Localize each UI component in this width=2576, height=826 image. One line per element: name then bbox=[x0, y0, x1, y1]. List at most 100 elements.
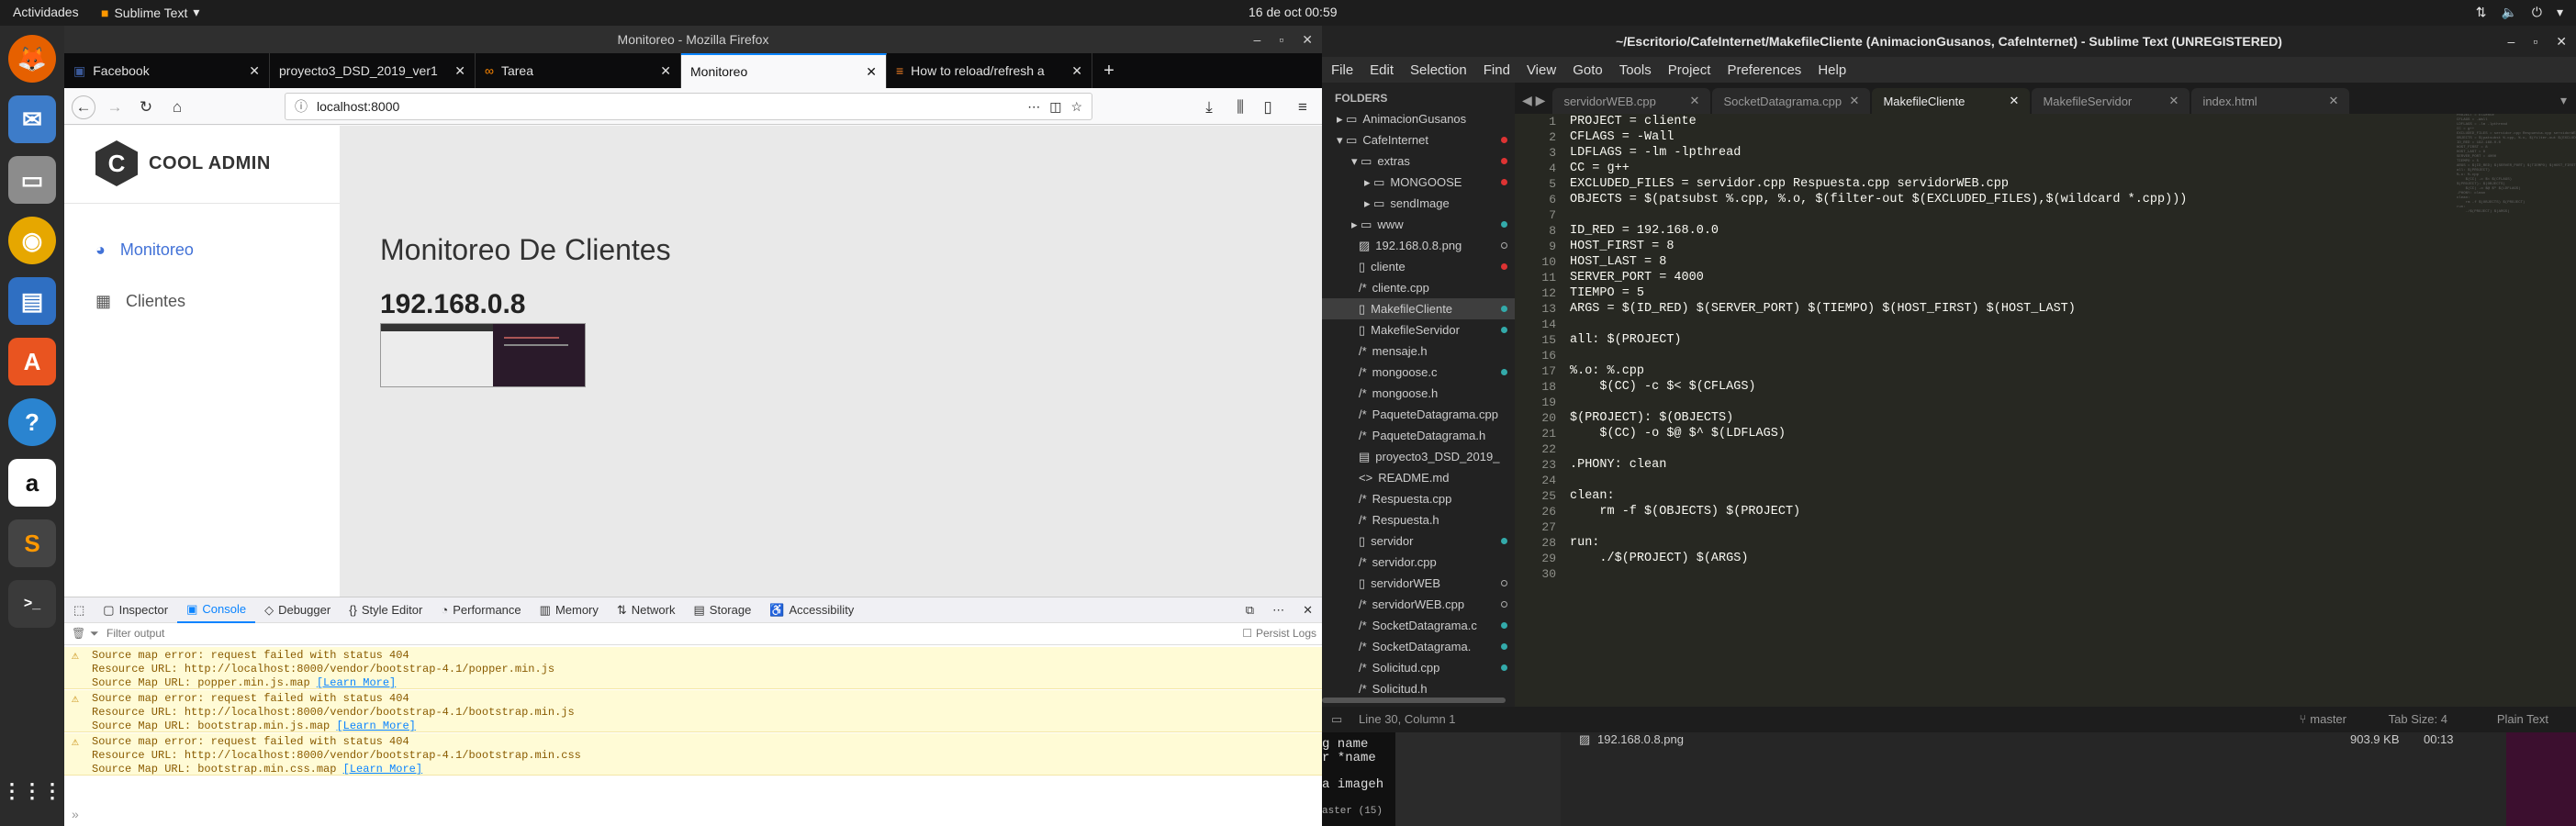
tree-file[interactable]: /* servidorWEB.cpp bbox=[1322, 594, 1515, 615]
sidebar-scrollbar[interactable] bbox=[1322, 698, 1506, 703]
code-editor[interactable]: PROJECT = cliente CFLAGS = -Wall LDFLAGS =… bbox=[1570, 114, 2442, 707]
file-name[interactable]: 192.168.0.8.png bbox=[1597, 732, 1684, 746]
editor-tab[interactable]: MakefileServidor ✕ bbox=[2032, 88, 2190, 114]
rhythmbox-icon[interactable]: ◉ bbox=[8, 217, 56, 264]
pick-element-icon[interactable]: ⬚ bbox=[64, 597, 94, 623]
close-icon[interactable]: ✕ bbox=[1071, 63, 1082, 79]
tree-file[interactable]: /* Respuesta.cpp bbox=[1322, 488, 1515, 509]
filter-input[interactable] bbox=[106, 625, 566, 642]
tree-folder[interactable]: ▸ ▭ AnimacionGusanos bbox=[1322, 108, 1515, 129]
menu-goto[interactable]: Goto bbox=[1573, 62, 1603, 78]
tree-file[interactable]: /* Solicitud.cpp bbox=[1322, 657, 1515, 678]
tree-file[interactable]: ▤ proyecto3_DSD_2019_ bbox=[1322, 446, 1515, 467]
close-icon[interactable]: ✕ bbox=[2556, 26, 2567, 57]
tab-proyecto[interactable]: proyecto3_DSD_2019_ver1 ✕ bbox=[270, 53, 476, 88]
tab-monitoreo[interactable]: Monitoreo ✕ bbox=[681, 53, 887, 88]
files-icon[interactable]: ▭ bbox=[8, 156, 56, 204]
trash-icon[interactable]: 🗑 bbox=[72, 627, 85, 640]
tree-folder[interactable]: ▾ ▭ extras bbox=[1322, 151, 1515, 172]
forward-icon[interactable]: → bbox=[103, 95, 127, 119]
tree-file[interactable]: /* mensaje.h bbox=[1322, 340, 1515, 362]
menu-help[interactable]: Help bbox=[1818, 62, 1846, 78]
firefox-icon[interactable]: 🦊 bbox=[8, 35, 56, 83]
system-tray[interactable]: ⇅ 🔈 ⏻ ▾ bbox=[2476, 5, 2563, 20]
close-icon[interactable]: ✕ bbox=[1294, 597, 1322, 623]
tab-tarea[interactable]: ∞ Tarea ✕ bbox=[476, 53, 681, 88]
activities-button[interactable]: Actividades bbox=[13, 5, 79, 19]
url-bar[interactable]: ⓘ localhost:8000 ⋯ ◫ ☆ bbox=[285, 93, 1092, 120]
editor-tab[interactable]: servidorWEB.cpp ✕ bbox=[1552, 88, 1711, 114]
sidebar-item-clientes[interactable]: ▦ Clientes bbox=[95, 292, 185, 311]
menu-file[interactable]: File bbox=[1331, 62, 1353, 78]
thunderbird-icon[interactable]: ✉ bbox=[8, 95, 56, 143]
sidebar-item-monitoreo[interactable]: ◕ Monitoreo bbox=[95, 240, 194, 260]
more-icon[interactable]: ⋯ bbox=[1263, 597, 1294, 623]
sublime-text-icon[interactable]: S bbox=[8, 519, 56, 567]
tree-file[interactable]: /* Solicitud.h bbox=[1322, 678, 1515, 699]
software-center-icon[interactable]: A bbox=[8, 338, 56, 385]
terminal-icon[interactable]: >_ bbox=[8, 580, 56, 628]
downloads-icon[interactable]: ⤓ bbox=[1197, 95, 1221, 119]
tab-size[interactable]: Tab Size: 4 bbox=[2389, 712, 2447, 726]
close-icon[interactable]: ✕ bbox=[2010, 94, 2020, 108]
app-menu[interactable]: ■ Sublime Text ▾ bbox=[101, 5, 199, 20]
panel-icon[interactable]: ▭ bbox=[1331, 712, 1342, 727]
tab-list-icon[interactable]: ▾ bbox=[2560, 93, 2576, 114]
tab-accessibility[interactable]: ♿ Accessibility bbox=[760, 597, 863, 623]
bookmark-star-icon[interactable]: ☆ bbox=[1070, 99, 1082, 115]
git-branch[interactable]: ⑂ master bbox=[2299, 712, 2346, 726]
tab-memory[interactable]: ▥ Memory bbox=[531, 597, 608, 623]
tree-file[interactable]: ▯ servidor bbox=[1322, 530, 1515, 552]
back-icon[interactable]: ← bbox=[72, 95, 95, 119]
close-icon[interactable]: ✕ bbox=[866, 64, 877, 80]
minimize-icon[interactable]: – bbox=[1254, 26, 1261, 53]
tree-file[interactable]: /* PaqueteDatagrama.h bbox=[1322, 425, 1515, 446]
dock-icon[interactable]: ⧉ bbox=[1237, 597, 1263, 623]
tab-nav-arrows-icon[interactable]: ◀ ▶ bbox=[1515, 93, 1552, 114]
close-icon[interactable]: ✕ bbox=[2169, 94, 2179, 108]
pocket-icon[interactable]: ◫ bbox=[1049, 99, 1061, 115]
tree-file[interactable]: /* cliente.cpp bbox=[1322, 277, 1515, 298]
tree-file[interactable]: /* SocketDatagrama.c bbox=[1322, 615, 1515, 636]
tab-facebook[interactable]: ▣ Facebook ✕ bbox=[64, 53, 270, 88]
close-icon[interactable]: ✕ bbox=[2329, 94, 2339, 108]
tree-folder[interactable]: ▸ ▭ sendImage bbox=[1322, 193, 1515, 214]
learn-more-link[interactable]: [Learn More] bbox=[336, 720, 415, 732]
more-icon[interactable]: ⋯ bbox=[1027, 99, 1040, 115]
sidebar-icon[interactable]: ▯ bbox=[1256, 95, 1280, 119]
menu-tools[interactable]: Tools bbox=[1619, 62, 1652, 78]
tab-inspector[interactable]: ▢ Inspector bbox=[94, 597, 177, 623]
tab-how-to-reload[interactable]: ≡ How to reload/refresh a ✕ bbox=[887, 53, 1092, 88]
tab-performance[interactable]: ◔ Performance bbox=[431, 597, 530, 623]
tree-file[interactable]: /* mongoose.c bbox=[1322, 362, 1515, 383]
maximize-icon[interactable]: ▫ bbox=[2533, 26, 2537, 57]
console-input[interactable]: » bbox=[72, 807, 79, 821]
new-tab-button[interactable]: + bbox=[1092, 53, 1126, 88]
clock[interactable]: 16 de oct 00:59 bbox=[1249, 5, 1338, 19]
maximize-icon[interactable]: ▫ bbox=[1279, 26, 1283, 53]
library-icon[interactable]: ⫼ bbox=[1228, 95, 1252, 119]
tab-console[interactable]: ▣ Console bbox=[177, 597, 256, 623]
tab-style-editor[interactable]: {} Style Editor bbox=[340, 597, 431, 623]
tree-file[interactable]: ▯ cliente bbox=[1322, 256, 1515, 277]
editor-tab[interactable]: index.html ✕ bbox=[2191, 88, 2350, 114]
home-icon[interactable]: ⌂ bbox=[165, 95, 189, 119]
reload-icon[interactable]: ↻ bbox=[134, 95, 158, 119]
tree-folder[interactable]: ▸ ▭ www bbox=[1322, 214, 1515, 235]
minimize-icon[interactable]: – bbox=[2508, 26, 2515, 57]
menu-view[interactable]: View bbox=[1527, 62, 1556, 78]
minimap[interactable]: PROJECT = cliente CFLAGS = -Wall LDFLAGS =… bbox=[2457, 114, 2576, 224]
tree-file[interactable]: ▯ servidorWEB bbox=[1322, 573, 1515, 594]
tree-file[interactable]: ▯ MakefileServidor bbox=[1322, 319, 1515, 340]
tab-storage[interactable]: ▤ Storage bbox=[684, 597, 760, 623]
tree-folder[interactable]: ▾ ▭ CafeInternet bbox=[1322, 129, 1515, 151]
writer-icon[interactable]: ▤ bbox=[8, 277, 56, 325]
tree-file[interactable]: /* PaqueteDatagrama.cpp bbox=[1322, 404, 1515, 425]
menu-icon[interactable]: ≡ bbox=[1291, 95, 1315, 119]
tree-folder[interactable]: ▸ ▭ MONGOOSE bbox=[1322, 172, 1515, 193]
editor-tab[interactable]: SocketDatagrama.cpp ✕ bbox=[1712, 88, 1871, 114]
client-screenshot[interactable] bbox=[380, 323, 586, 387]
close-icon[interactable]: ✕ bbox=[660, 63, 671, 79]
learn-more-link[interactable]: [Learn More] bbox=[317, 676, 396, 689]
close-icon[interactable]: ✕ bbox=[1302, 26, 1313, 53]
